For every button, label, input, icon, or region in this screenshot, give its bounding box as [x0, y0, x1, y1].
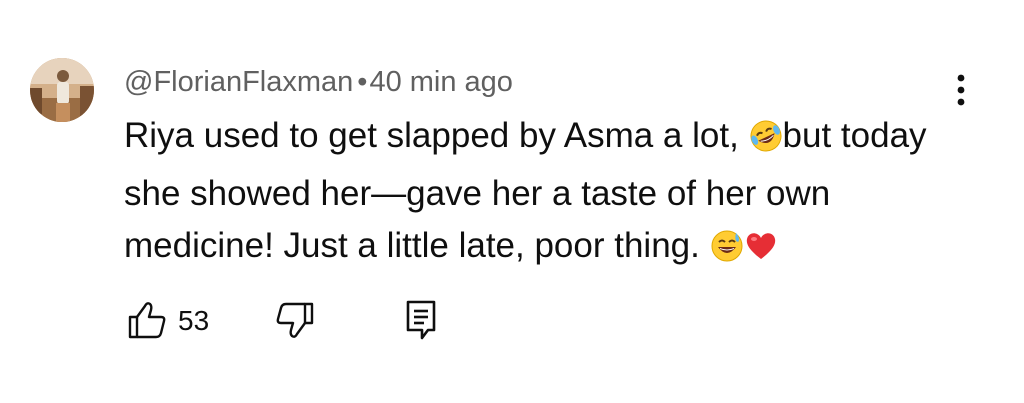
three-dots-vertical-icon — [957, 74, 965, 106]
reply-comment-icon — [406, 300, 436, 340]
comment-line: she showed her—gave her a taste of her o… — [124, 174, 831, 213]
author-name[interactable]: @FlorianFlaxman — [124, 66, 353, 98]
like-count: 53 — [178, 305, 210, 336]
reply-button[interactable] — [402, 298, 442, 342]
dislike-button[interactable] — [272, 298, 316, 342]
comment-text-segment: Riya used to get slapped by Asma a lot, — [124, 116, 749, 155]
comment-timestamp[interactable]: 40 min ago — [369, 66, 513, 98]
grinning-sweat-emoji-icon — [710, 226, 744, 278]
like-button[interactable] — [126, 298, 170, 342]
avatar-image — [30, 58, 94, 122]
rolling-on-floor-laughing-emoji-icon — [749, 116, 783, 168]
red-heart-emoji-icon — [744, 226, 778, 278]
comment-line: Riya used to get slapped by Asma a lot, … — [124, 110, 964, 168]
meta-separator: • — [357, 66, 368, 98]
comment-body: Riya used to get slapped by Asma a lot, … — [124, 110, 964, 278]
comment-line: medicine! Just a little late, poor thing… — [124, 220, 964, 278]
thumbs-up-icon — [128, 302, 166, 339]
avatar[interactable] — [30, 58, 94, 122]
comment-text-segment: medicine! Just a little late, poor thing… — [124, 226, 710, 265]
comment-text-segment: but today — [782, 116, 927, 155]
thumbs-down-icon — [276, 302, 314, 338]
comment-meta: @FlorianFlaxman •40 min ago — [124, 64, 513, 100]
more-options-button[interactable] — [948, 72, 974, 112]
